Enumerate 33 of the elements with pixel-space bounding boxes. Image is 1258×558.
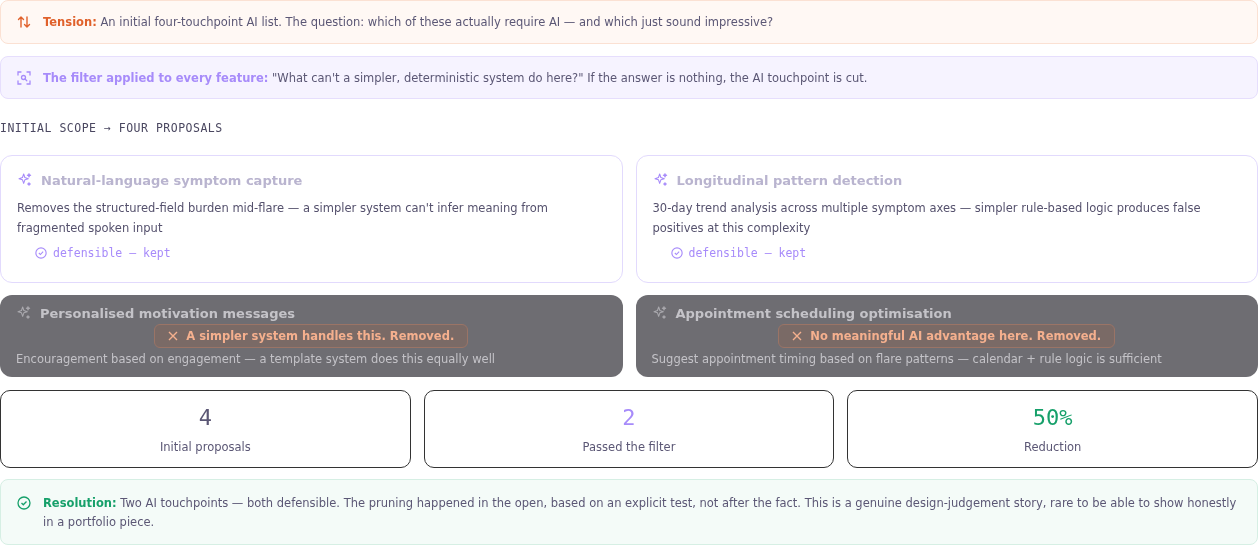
sparkle-icon [651, 305, 668, 321]
stat-value: 50% [1032, 404, 1073, 430]
check-circle-icon [35, 247, 47, 259]
stat-value: 2 [622, 404, 636, 430]
proposal-title: Natural-language symptom capture [41, 172, 303, 188]
sparkle-icon [17, 172, 33, 188]
scan-search-icon [17, 70, 31, 85]
proposal-title: Personalised motivation messages [40, 305, 295, 321]
stat-label: Initial proposals [159, 439, 251, 454]
resolution-text: Resolution: Two AI touchpoints — both defensible. The pruning happened in the open, based on an explicit test, not after the fact. This is a genuine design-judgement story, rare to be able to show honestly in a portfolio piece. [43, 495, 1238, 531]
check-circle-icon [670, 247, 683, 259]
removed-label: No meaningful AI advantage here. Removed. [810, 329, 1102, 343]
proposal-title: Longitudinal pattern detection [676, 172, 903, 188]
proposal-description: Removes the structured-field burden mid-flare — a simpler system can't infer meaning from fragmented spoken input [17, 200, 549, 237]
close-icon [792, 331, 803, 341]
tension-text: Tension: An initial four-touchpoint AI list. The question: which of these actually require AI — and which just sound impressive? [43, 15, 774, 29]
sparkle-icon [652, 172, 669, 188]
proposal-description: Encouragement based on engagement — a template system does this equally well [16, 351, 497, 367]
sort-arrows-icon [17, 15, 31, 29]
proposal-description: 30-day trend analysis across multiple symptom axes — simpler rule-based logic produces false positives at this complexity [652, 200, 1202, 237]
stat-label: Reduction [1023, 439, 1082, 454]
stat-label: Passed the filter [582, 439, 676, 454]
check-circle-icon [17, 496, 31, 510]
section-heading: INITIAL SCOPE → FOUR PROPOSALS [0, 121, 224, 135]
sparkle-icon [16, 305, 32, 321]
verdict-label: defensible — kept [688, 246, 807, 260]
stat-value: 4 [198, 404, 212, 430]
verdict-label: defensible — kept [53, 246, 171, 260]
proposal-description: Suggest appointment timing based on flare patterns — calendar + rule logic is sufficient [651, 351, 1163, 367]
close-icon [168, 331, 179, 341]
proposal-title: Appointment scheduling optimisation [675, 305, 952, 321]
removed-label: A simpler system handles this. Removed. [186, 329, 455, 343]
filter-text: The filter applied to every feature: "What can't a simpler, deterministic system do here?" If the answer is nothing, the AI touchpoint is cut. [43, 70, 868, 85]
